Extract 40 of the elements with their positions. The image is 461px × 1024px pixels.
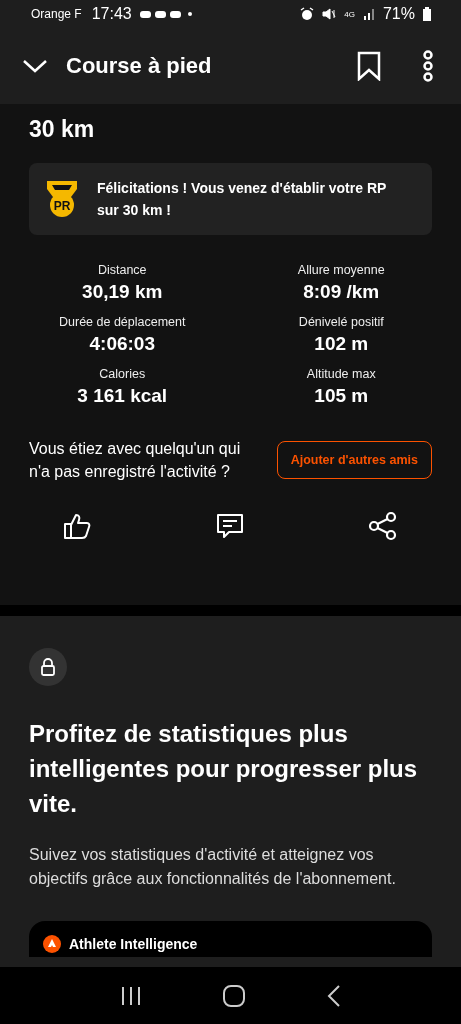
stat-value: 4:06:03 [89,333,155,355]
add-friends-button[interactable]: Ajouter d'autres amis [276,441,432,479]
activity-heading: 30 km [29,116,96,143]
bookmark-icon[interactable] [357,51,381,81]
share-icon[interactable] [368,511,398,541]
chevron-down-icon[interactable] [22,58,48,74]
battery-icon [423,7,431,21]
promo-title: Profitez de statistiques plus intelligentes pour progresser plus vite. [29,719,419,819]
achievement-message: Félicitations ! Vous venez d'établir votre RP sur 30 km ! [97,179,388,220]
feature-card[interactable]: Athlete Intelligence [29,921,432,957]
page-title: Course à pied [66,53,212,79]
stat-value: 8:09 /km [303,281,380,303]
stat-label: Dénivelé positif [298,315,384,329]
signal-icon [362,8,375,20]
back-icon[interactable] [326,984,341,1007]
feature-title: Athlete Intelligence [69,936,198,952]
network-type: 4G [344,9,355,19]
lock-icon [29,648,67,686]
friends-prompt: Vous étiez avec quelqu'un qui n'a pas enregistré l'activité ? [29,439,242,482]
alarm-icon [300,7,315,21]
recent-apps-icon[interactable] [120,985,143,1006]
clock-time: 17:43 [91,5,132,23]
stat-label: Calories [99,367,146,381]
stat-value: 3 161 kcal [77,385,168,407]
comment-icon[interactable] [215,511,245,541]
mute-icon [322,7,337,21]
thumbs-up-icon[interactable] [62,511,92,541]
stat-label: Altitude max [306,367,376,381]
stat-label: Durée de déplacement [59,315,186,329]
stat-value: 102 m [314,333,369,355]
stat-value: 30,19 km [82,281,163,303]
carrier-name: Orange F [31,7,82,21]
home-icon[interactable] [222,983,247,1008]
stat-value: 105 m [314,385,369,407]
stat-label: Allure moyenne [297,263,385,277]
more-options-icon[interactable] [421,50,435,82]
stat-label: Distance [97,263,147,277]
battery-level: 71% [382,5,415,23]
promo-description: Suivez vos statistiques d'activité et atteignez vos objectifs grâce aux fonctionnalités de l'abonnement. [29,845,397,889]
logo-icon [43,935,61,953]
